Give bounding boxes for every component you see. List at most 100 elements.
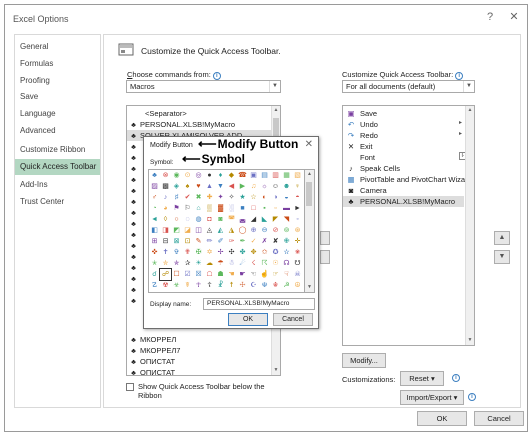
- symbol-cell-icon[interactable]: ◔: [149, 203, 160, 214]
- symbol-cell-icon[interactable]: ♀: [292, 181, 303, 192]
- symbol-cell-icon[interactable]: ▥: [270, 170, 281, 181]
- symbol-cell-icon[interactable]: ◮: [226, 225, 237, 236]
- import-export-button[interactable]: Import/Export ▾: [400, 390, 464, 405]
- symbol-cell-icon[interactable]: ◧: [149, 225, 160, 236]
- qat-scrollbar[interactable]: ▲ ▼: [465, 106, 474, 345]
- list-item[interactable]: ♣: [129, 185, 140, 196]
- symbol-cell-icon[interactable]: ◕: [160, 203, 171, 214]
- qat-list[interactable]: ▣ Save ↶ Undo ↷ Redo ✕ Exit Font ♪ Speak Cell…: [342, 105, 475, 346]
- symbol-cell-icon[interactable]: ☐: [171, 269, 182, 280]
- nav-save[interactable]: Save: [15, 89, 100, 106]
- reset-button[interactable]: Reset ▾: [400, 371, 444, 386]
- scroll-down-icon[interactable]: ▼: [272, 366, 280, 375]
- symbol-cell-icon[interactable]: ✓: [248, 236, 259, 247]
- nav-quick-access-toolbar[interactable]: Quick Access Toolbar: [15, 158, 100, 176]
- symbol-cell-icon[interactable]: ⊠: [171, 236, 182, 247]
- symbol-cell-icon[interactable]: ▼: [215, 181, 226, 192]
- symbol-cell-icon[interactable]: ▫: [270, 203, 281, 214]
- symbol-cell-icon[interactable]: ★: [237, 192, 248, 203]
- symbol-cell-icon[interactable]: ✔: [182, 192, 193, 203]
- list-item[interactable]: ♣: [129, 196, 140, 207]
- modify-button[interactable]: Modify...: [342, 353, 386, 368]
- symbol-cell-icon[interactable]: ✫: [281, 247, 292, 258]
- symbol-cell-icon[interactable]: ■: [237, 203, 248, 214]
- symbol-cell-icon[interactable]: ◦: [292, 214, 303, 225]
- list-item[interactable]: ▣ Save: [346, 108, 377, 119]
- symbol-cell-icon[interactable]: ◯: [237, 225, 248, 236]
- symbol-cell-icon[interactable]: ▬: [281, 203, 292, 214]
- symbol-cell-icon[interactable]: ◥: [281, 214, 292, 225]
- symbol-cell-icon[interactable]: ✘: [270, 236, 281, 247]
- symbol-cell-icon[interactable]: ✐: [215, 236, 226, 247]
- symbol-cell-icon[interactable]: ▩: [160, 181, 171, 192]
- symbol-cell-icon[interactable]: ⊟: [160, 236, 171, 247]
- symbol-grid[interactable]: ♣ ⊗ ◉ ⊙ ◎ ● ♦ ◆ ☎ ▣ ▤ ▥ ▦ ▧ ▨ ▩ ◈ ♠ ♥ ▲ ▼ ◀ ▶ ♫ ☼ ☺ ☻ ♀ ♂ ♪ ♯ ✔ ✖ ✚ ✦ ✧ ★ ☆ ◐ ◑…: [148, 169, 305, 293]
- symbol-cell-icon[interactable]: ●: [204, 170, 215, 181]
- symbol-cell-icon[interactable]: ▨: [149, 181, 160, 192]
- symbol-cell-icon[interactable]: ☫: [259, 280, 270, 291]
- nav-trust-center[interactable]: Trust Center: [15, 194, 100, 211]
- symbol-cell-icon[interactable]: ◑: [270, 192, 281, 203]
- list-item[interactable]: ♣: [129, 295, 140, 306]
- symbol-cell-icon[interactable]: ☊: [281, 258, 292, 269]
- symbol-cell-icon[interactable]: ✞: [171, 247, 182, 258]
- help-button[interactable]: ?: [483, 10, 497, 24]
- symbol-cell-icon[interactable]: ☒: [193, 269, 204, 280]
- list-item[interactable]: ♣: [129, 207, 140, 218]
- symbol-cell-icon[interactable]: ◐: [259, 192, 270, 203]
- scroll-up-icon[interactable]: ▲: [272, 106, 280, 115]
- symbol-cell-icon[interactable]: ◀: [226, 181, 237, 192]
- symbol-cell-icon[interactable]: ▪: [259, 203, 270, 214]
- remove-button-edge[interactable]: [320, 250, 330, 264]
- move-down-button[interactable]: ▼: [494, 250, 510, 264]
- symbol-cell-icon[interactable]: ⊛: [292, 225, 303, 236]
- symbol-cell-icon[interactable]: ◩: [171, 225, 182, 236]
- symbol-cell-icon[interactable]: ☧: [215, 280, 226, 291]
- list-item[interactable]: ♪ Speak Cells: [346, 163, 400, 174]
- scroll-down-icon[interactable]: ▼: [466, 336, 474, 345]
- move-up-button[interactable]: ▲: [494, 231, 510, 245]
- symbol-cell-icon[interactable]: ◄: [149, 214, 160, 225]
- symbol-cell-icon[interactable]: ▧: [292, 170, 303, 181]
- close-icon[interactable]: ✕: [305, 139, 313, 150]
- close-button[interactable]: ✕: [507, 10, 521, 24]
- symbol-cell-icon[interactable]: ☺: [270, 181, 281, 192]
- symbol-cell-icon[interactable]: ☣: [171, 280, 182, 291]
- list-item[interactable]: ♣: [129, 152, 140, 163]
- list-item[interactable]: ♣: [129, 229, 140, 240]
- symbol-cell-icon[interactable]: ◬: [204, 225, 215, 236]
- symbol-scrollbar[interactable]: ▲ ▼: [305, 169, 315, 293]
- symbol-cell-icon[interactable]: ✜: [149, 247, 160, 258]
- scroll-up-icon[interactable]: ▲: [466, 106, 474, 115]
- symbol-cell-icon[interactable]: ✰: [182, 258, 193, 269]
- symbol-cell-icon[interactable]: ✧: [226, 192, 237, 203]
- list-item[interactable]: <Separator>: [145, 108, 187, 119]
- symbol-cell-icon[interactable]: □: [248, 203, 259, 214]
- symbol-cell-icon[interactable]: ◍: [193, 214, 204, 225]
- symbol-cell-icon[interactable]: ♫: [248, 181, 259, 192]
- symbol-cell-icon[interactable]: ✑: [226, 236, 237, 247]
- symbol-cell-icon[interactable]: ▤: [259, 170, 270, 181]
- symbol-cell-icon[interactable]: ☨: [226, 280, 237, 291]
- symbol-cell-icon[interactable]: ☁: [204, 258, 215, 269]
- symbol-cell-icon[interactable]: ☋: [292, 258, 303, 269]
- scroll-down-icon[interactable]: ▼: [305, 283, 314, 292]
- cancel-button[interactable]: Cancel: [474, 411, 524, 426]
- symbol-cell-icon[interactable]: ◈: [171, 181, 182, 192]
- symbol-cell-icon[interactable]: ◉: [171, 170, 182, 181]
- nav-language[interactable]: Language: [15, 106, 100, 123]
- symbol-cell-icon[interactable]: ◚: [226, 214, 237, 225]
- symbol-cell-icon[interactable]: ☀: [193, 258, 204, 269]
- symbol-cell-icon[interactable]: ☦: [204, 280, 215, 291]
- symbol-cell-icon[interactable]: ✩: [259, 247, 270, 258]
- symbol-cell-icon[interactable]: ⊚: [281, 225, 292, 236]
- symbol-cell-icon[interactable]: ░: [226, 203, 237, 214]
- symbol-cell-icon[interactable]: ☠: [292, 269, 303, 280]
- symbol-cell-icon[interactable]: ☑: [182, 269, 193, 280]
- symbol-cell-icon[interactable]: ◊: [160, 214, 171, 225]
- symbol-cell-icon[interactable]: ⊡: [182, 236, 193, 247]
- choose-commands-select[interactable]: Macros ▼: [126, 80, 281, 93]
- list-item[interactable]: ↶ Undo: [346, 119, 378, 130]
- symbol-cell-icon[interactable]: ◢: [248, 214, 259, 225]
- symbol-cell-icon[interactable]: ◪: [182, 225, 193, 236]
